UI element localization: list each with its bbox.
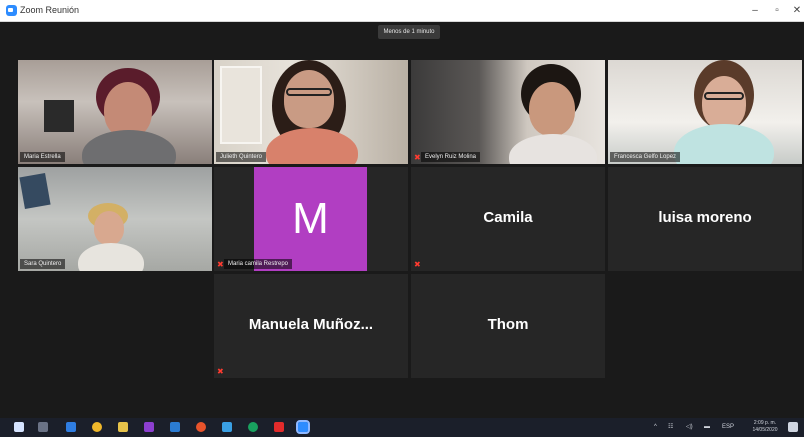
- participant-video: [214, 60, 408, 164]
- tray-chevron-icon[interactable]: ^: [654, 421, 657, 434]
- participant-tile-active-speaker[interactable]: Sara Quintero: [18, 167, 212, 271]
- participant-video: [411, 60, 605, 164]
- participant-tile[interactable]: Manuela Muñoz... ✖: [214, 274, 408, 378]
- participant-avatar: M: [254, 167, 367, 271]
- muted-mic-icon: ✖: [217, 260, 224, 269]
- zoom-app-icon: [6, 5, 17, 16]
- muted-mic-icon: ✖: [414, 153, 421, 162]
- participant-video: [608, 60, 802, 164]
- participant-tile[interactable]: Julieth Quintero: [214, 60, 408, 164]
- battery-icon[interactable]: ▬: [704, 421, 710, 434]
- clock-time: 2:09 p. m.: [753, 420, 777, 426]
- muted-mic-icon: ✖: [414, 260, 421, 269]
- participant-tile[interactable]: Thom: [411, 274, 605, 378]
- app-icon[interactable]: [248, 422, 258, 432]
- task-view-icon[interactable]: [38, 422, 48, 432]
- participant-name-large: Thom: [487, 316, 529, 333]
- volume-icon[interactable]: ◁): [686, 421, 693, 434]
- media-player-icon[interactable]: [196, 422, 206, 432]
- minimize-button[interactable]: –: [744, 3, 766, 19]
- network-icon[interactable]: ☷: [668, 421, 673, 434]
- participant-name: Julieth Quintero: [216, 152, 267, 162]
- pdf-reader-icon[interactable]: [274, 422, 284, 432]
- participant-tile[interactable]: M ✖ Maria camila Restrepo: [214, 167, 408, 271]
- participant-name: Maria Estrella: [20, 152, 65, 162]
- zoom-taskbar-icon[interactable]: [296, 420, 310, 434]
- participant-tile[interactable]: ✖ Evelyn Ruiz Molina: [411, 60, 605, 164]
- participant-video: [18, 60, 212, 164]
- file-explorer-icon[interactable]: [118, 422, 128, 432]
- participant-name-large: luisa moreno: [658, 209, 752, 226]
- clock-date: 14/05/2020: [752, 427, 778, 433]
- participant-tile[interactable]: Camila ✖: [411, 167, 605, 271]
- participant-tile[interactable]: Maria Estrella: [18, 60, 212, 164]
- app-icon[interactable]: [144, 422, 154, 432]
- taskbar-clock[interactable]: 2:09 p. m. 14/05/2020: [746, 420, 784, 434]
- close-button[interactable]: ✕: [786, 3, 804, 19]
- participant-name: Francesca Gelfo Lopez: [610, 152, 681, 162]
- start-button-icon[interactable]: [14, 422, 24, 432]
- participant-name-large: Camila: [483, 209, 533, 226]
- participant-name: Maria camila Restrepo: [224, 259, 293, 269]
- participant-name: Sara Quintero: [20, 259, 66, 269]
- meeting-timer-banner: Menos de 1 minuto: [378, 25, 440, 39]
- participant-name: Evelyn Ruiz Molina: [421, 152, 481, 162]
- participant-name-large: Manuela Muñoz...: [248, 316, 374, 333]
- participant-video: [18, 167, 212, 271]
- participant-tile[interactable]: Francesca Gelfo Lopez: [608, 60, 802, 164]
- edge-browser-icon[interactable]: [66, 422, 76, 432]
- windows-taskbar: ^ ☷ ◁) ▬ ESP 2:09 p. m. 14/05/2020: [0, 418, 804, 437]
- participant-tile[interactable]: luisa moreno: [608, 167, 802, 271]
- muted-mic-icon: ✖: [217, 367, 224, 376]
- mail-icon[interactable]: [222, 422, 232, 432]
- chrome-icon[interactable]: [92, 422, 102, 432]
- meeting-gallery: Menos de 1 minuto Maria Estrella Julieth…: [0, 22, 804, 418]
- language-indicator[interactable]: ESP: [722, 421, 734, 434]
- word-icon[interactable]: [170, 422, 180, 432]
- window-title: Zoom Reunión: [20, 5, 80, 15]
- maximize-button[interactable]: ▫: [766, 3, 788, 19]
- window-titlebar: Zoom Reunión – ▫ ✕: [0, 0, 804, 22]
- notifications-icon[interactable]: [788, 422, 798, 432]
